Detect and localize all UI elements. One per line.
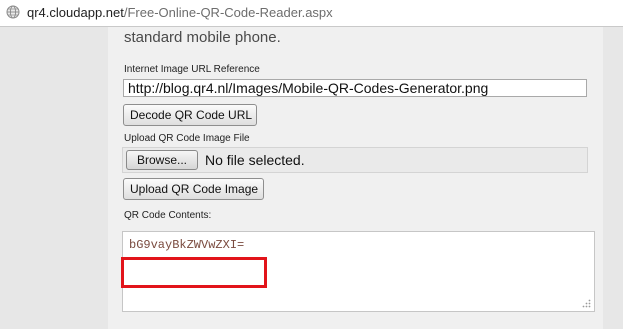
file-input[interactable]: Browse... No file selected.: [122, 147, 588, 173]
globe-icon: [6, 5, 20, 19]
highlight-box: [121, 257, 267, 288]
url-path: /Free-Online-QR-Code-Reader.aspx: [123, 5, 333, 20]
image-url-input[interactable]: [123, 79, 587, 97]
browse-button[interactable]: Browse...: [126, 150, 198, 170]
url-field-label: Internet Image URL Reference: [124, 64, 260, 75]
url-host: qr4.cloudapp.net: [27, 5, 124, 20]
resize-grip-icon[interactable]: [581, 298, 591, 308]
intro-text-cutoff: standard mobile phone.: [124, 29, 281, 46]
upload-qr-image-button[interactable]: Upload QR Code Image: [123, 178, 264, 200]
file-status-text: No file selected.: [205, 152, 305, 168]
url-text[interactable]: qr4.cloudapp.net/Free-Online-QR-Code-Rea…: [27, 5, 333, 20]
page-margin-right: [603, 27, 623, 329]
address-bar[interactable]: qr4.cloudapp.net/Free-Online-QR-Code-Rea…: [0, 0, 623, 27]
qr-contents-label: QR Code Contents:: [124, 210, 212, 221]
page-viewport: standard mobile phone. Internet Image UR…: [0, 27, 623, 329]
upload-field-label: Upload QR Code Image File: [124, 133, 250, 144]
decode-qr-url-button[interactable]: Decode QR Code URL: [123, 104, 257, 126]
qr-contents-value: bG9vayBkZWVwZXI=: [129, 238, 245, 252]
page-margin-left: [0, 27, 108, 329]
